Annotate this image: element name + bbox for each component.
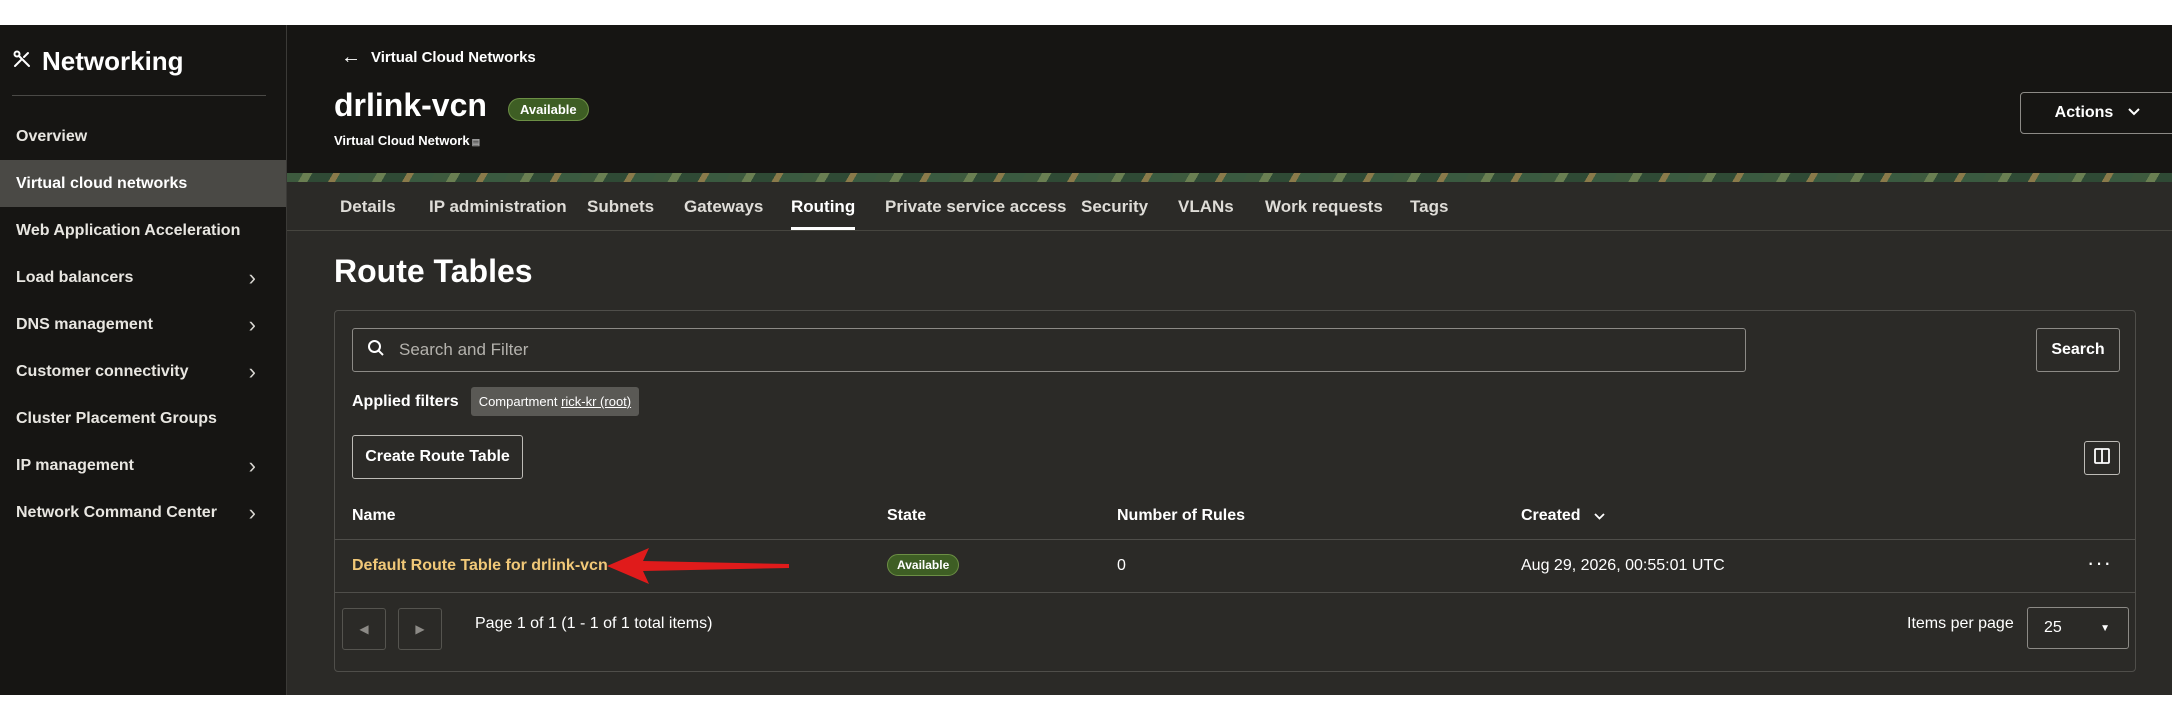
chevron-down-icon [2127,104,2141,122]
next-page-icon: ▶ [415,622,425,636]
search-field[interactable] [352,328,1746,372]
tab-security[interactable]: Security [1081,182,1148,230]
annotation-arrow [607,548,789,584]
sidebar-item-dns-management[interactable]: DNS management › [0,301,286,348]
column-header-created[interactable]: Created [1521,491,1606,541]
table-header: Name State Number of Rules Created [335,491,2135,540]
chevron-right-icon: › [248,358,256,384]
sidebar-item-label: Web Application Acceleration [16,221,241,239]
rules-count: 0 [1117,557,1126,574]
chevron-right-icon: › [248,499,256,525]
columns-button[interactable] [2084,441,2120,475]
items-per-page-value: 25 [2044,619,2062,636]
created-date: Aug 29, 2026, 00:55:01 UTC [1521,557,1725,574]
sidebar-item-customer-connectivity[interactable]: Customer connectivity › [0,348,286,395]
tab-private-service-access[interactable]: Private service access [885,182,1067,230]
back-link-label: Virtual Cloud Networks [371,49,536,66]
back-link[interactable]: ← Virtual Cloud Networks [341,46,536,69]
route-table-name-link[interactable]: Default Route Table for drlink-vcn [352,540,608,592]
resource-type-label: Virtual Cloud Network ▤ [334,133,480,148]
filter-chip-value[interactable]: rick-kr (root) [561,394,631,409]
items-per-page-label: Items per page [1907,615,2014,632]
tab-subnets[interactable]: Subnets [587,182,654,230]
sort-chevron-down-icon [1593,512,1606,521]
resource-type-text: Virtual Cloud Network [334,133,470,148]
sidebar-item-label: Virtual cloud networks [16,174,188,192]
sidebar-item-virtual-cloud-networks[interactable]: Virtual cloud networks [0,160,286,207]
sidebar-item-load-balancers[interactable]: Load balancers › [0,254,286,301]
sidebar-item-label: Network Command Center [16,503,217,521]
status-badge: Available [508,98,589,121]
actions-button[interactable]: Actions [2020,92,2172,134]
sidebar-item-cluster-placement-groups[interactable]: Cluster Placement Groups [0,395,286,442]
back-arrow-icon: ← [341,46,361,68]
sidebar-item-label: Customer connectivity [16,362,189,380]
tab-details[interactable]: Details [340,182,396,230]
page-heading: drlink-vcn [334,87,487,123]
search-icon [367,339,385,362]
prev-page-button[interactable]: ◀ [342,608,386,650]
info-icon: ▤ [471,137,481,147]
route-tables-panel: Search Applied filters Compartment rick-… [334,310,2136,672]
chevron-right-icon: › [248,264,256,290]
tab-gateways[interactable]: Gateways [684,182,763,230]
sidebar-item-label: Overview [16,127,88,145]
actions-label: Actions [2054,104,2114,121]
sidebar-item-overview[interactable]: Overview [0,113,286,160]
applied-filters: Applied filters Compartment rick-kr (roo… [352,387,640,416]
applied-filters-label: Applied filters [352,392,459,410]
sidebar-item-label: IP management [16,456,134,474]
sidebar-item-label: Cluster Placement Groups [16,409,217,427]
column-header-rules: Number of Rules [1117,507,1246,524]
filter-chip-compartment[interactable]: Compartment rick-kr (root) [470,387,640,416]
sidebar-title-label: Networking [42,45,184,76]
chevron-right-icon: › [248,311,256,337]
search-input[interactable] [397,339,1701,361]
sidebar-divider [12,95,266,96]
tab-work-requests[interactable]: Work requests [1265,182,1383,230]
table-row: Default Route Table for drlink-vcn Avail… [335,540,2135,593]
page-status: Page 1 of 1 (1 - 1 of 1 total items) [475,615,713,632]
sidebar-item-web-application-acceleration[interactable]: Web Application Acceleration [0,207,286,254]
prev-page-icon: ◀ [359,622,369,636]
sidebar-item-label: Load balancers [16,268,134,286]
caret-down-icon: ▼ [2100,622,2110,634]
app-window: Networking Overview Virtual cloud networ… [0,25,2172,695]
state-badge: Available [887,554,960,576]
search-button[interactable]: Search [2036,328,2120,372]
tab-tags[interactable]: Tags [1410,182,1448,230]
tab-routing[interactable]: Routing [791,182,856,230]
sidebar-item-label: DNS management [16,315,153,333]
sidebar-item-ip-management[interactable]: IP management › [0,442,286,489]
sidebar-item-network-command-center[interactable]: Network Command Center › [0,489,286,536]
sidebar-nav: Overview Virtual cloud networks Web Appl… [0,113,286,536]
column-header-name: Name [352,507,396,524]
sidebar-title: Networking [12,41,184,81]
tab-ip-administration[interactable]: IP administration [429,182,567,230]
sidebar: Networking Overview Virtual cloud networ… [0,25,287,695]
table-pagination: ◀ ▶ Page 1 of 1 (1 - 1 of 1 total items)… [335,593,2135,671]
columns-icon [2093,447,2111,470]
filter-chip-prefix: Compartment [478,394,558,409]
section-title: Route Tables [334,253,533,289]
items-per-page-select[interactable]: 25 ▼ [2027,607,2129,649]
header-banner [287,173,2172,182]
tab-bar: Details IP administration Subnets Gatewa… [287,182,2172,231]
tab-vlans[interactable]: VLANs [1178,182,1234,230]
column-header-state: State [887,507,927,524]
next-page-button[interactable]: ▶ [398,608,442,650]
create-route-table-button[interactable]: Create Route Table [352,435,523,479]
kebab-icon[interactable]: ··· [2087,540,2112,586]
chevron-right-icon: › [248,452,256,478]
column-header-created-label: Created [1521,507,1581,524]
networking-icon [12,49,32,74]
